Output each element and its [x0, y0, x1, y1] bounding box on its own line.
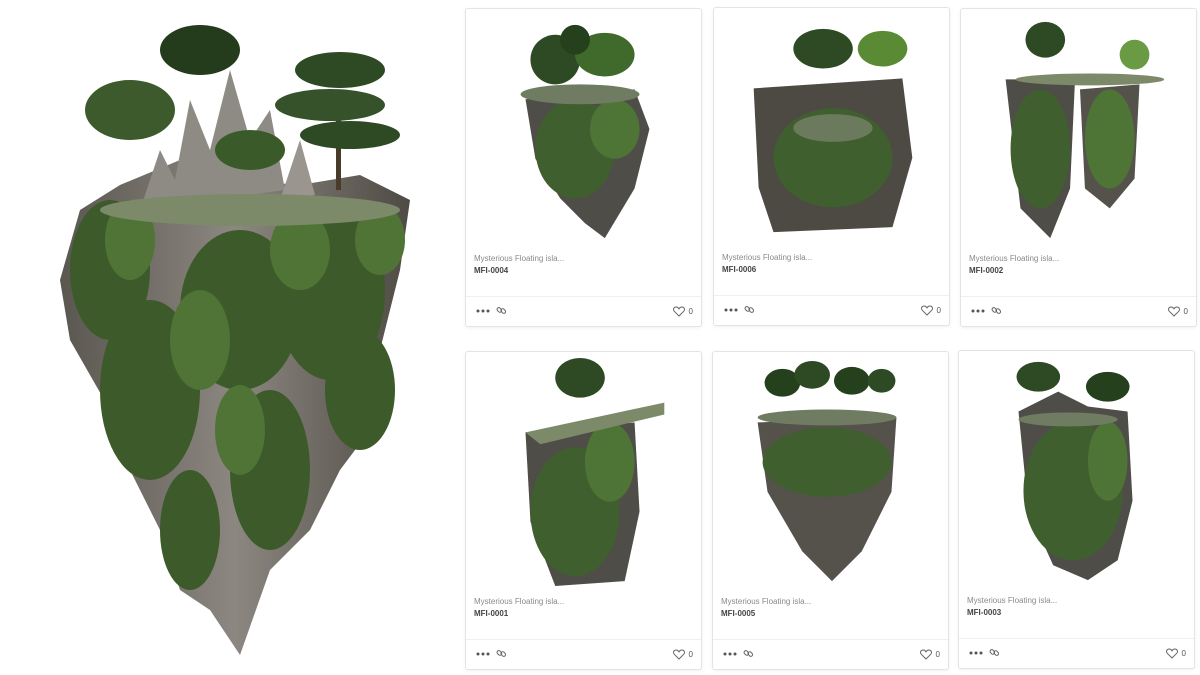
asset-title[interactable]: Mysterious Floating isla... [967, 596, 1057, 605]
asset-title[interactable]: Mysterious Floating isla... [969, 254, 1059, 263]
like-button[interactable]: 0 [672, 304, 693, 318]
like-count: 0 [1183, 306, 1188, 316]
asset-code: MFI-0002 [969, 266, 1004, 275]
more-dots-icon[interactable] [476, 306, 490, 316]
like-count: 0 [1181, 648, 1186, 658]
link-icon[interactable] [743, 648, 754, 659]
link-icon[interactable] [989, 647, 1000, 658]
asset-title[interactable]: Mysterious Floating isla... [474, 597, 564, 606]
asset-card[interactable]: Mysterious Floating isla... MFI-0005 0 [712, 351, 949, 670]
like-count: 0 [688, 306, 693, 316]
asset-code: MFI-0001 [474, 609, 509, 618]
asset-code: MFI-0004 [474, 266, 509, 275]
asset-code: MFI-0006 [722, 265, 757, 274]
asset-thumbnail[interactable] [466, 9, 701, 249]
heart-icon [919, 648, 932, 660]
like-count: 0 [688, 649, 693, 659]
like-count: 0 [935, 649, 940, 659]
card-footer: 0 [466, 640, 701, 670]
link-icon[interactable] [496, 305, 507, 316]
asset-thumbnail[interactable] [713, 352, 948, 592]
asset-card[interactable]: Mysterious Floating isla... MFI-0004 0 [465, 8, 702, 327]
asset-title[interactable]: Mysterious Floating isla... [474, 254, 564, 263]
card-footer: 0 [714, 296, 949, 326]
heart-icon [1167, 305, 1180, 317]
heart-icon [920, 304, 933, 316]
card-footer: 0 [961, 297, 1196, 327]
asset-title[interactable]: Mysterious Floating isla... [721, 597, 811, 606]
asset-card[interactable]: Mysterious Floating isla... MFI-0001 0 [465, 351, 702, 670]
more-dots-icon[interactable] [476, 649, 490, 659]
heart-icon [672, 648, 685, 660]
heart-icon [672, 305, 685, 317]
link-icon[interactable] [991, 305, 1002, 316]
like-button[interactable]: 0 [919, 647, 940, 661]
asset-card[interactable]: Mysterious Floating isla... MFI-0002 0 [960, 8, 1197, 327]
asset-thumbnail[interactable] [714, 8, 949, 248]
heart-icon [1165, 647, 1178, 659]
like-button[interactable]: 0 [672, 647, 693, 661]
more-dots-icon[interactable] [723, 649, 737, 659]
hero-island-image [60, 25, 410, 655]
like-button[interactable]: 0 [1165, 646, 1186, 660]
more-dots-icon[interactable] [724, 305, 738, 315]
more-dots-icon[interactable] [969, 648, 983, 658]
card-footer: 0 [713, 640, 948, 670]
asset-card[interactable]: Mysterious Floating isla... MFI-0003 0 [958, 350, 1195, 669]
more-dots-icon[interactable] [971, 306, 985, 316]
asset-thumbnail[interactable] [466, 352, 701, 592]
asset-card[interactable]: Mysterious Floating isla... MFI-0006 0 [713, 7, 950, 326]
like-button[interactable]: 0 [1167, 304, 1188, 318]
like-button[interactable]: 0 [920, 303, 941, 317]
asset-thumbnail[interactable] [959, 351, 1194, 591]
link-icon[interactable] [496, 648, 507, 659]
asset-title[interactable]: Mysterious Floating isla... [722, 253, 812, 262]
like-count: 0 [936, 305, 941, 315]
card-footer: 0 [466, 297, 701, 327]
asset-thumbnail[interactable] [961, 9, 1196, 249]
asset-code: MFI-0005 [721, 609, 756, 618]
asset-code: MFI-0003 [967, 608, 1002, 617]
card-footer: 0 [959, 639, 1194, 669]
link-icon[interactable] [744, 304, 755, 315]
